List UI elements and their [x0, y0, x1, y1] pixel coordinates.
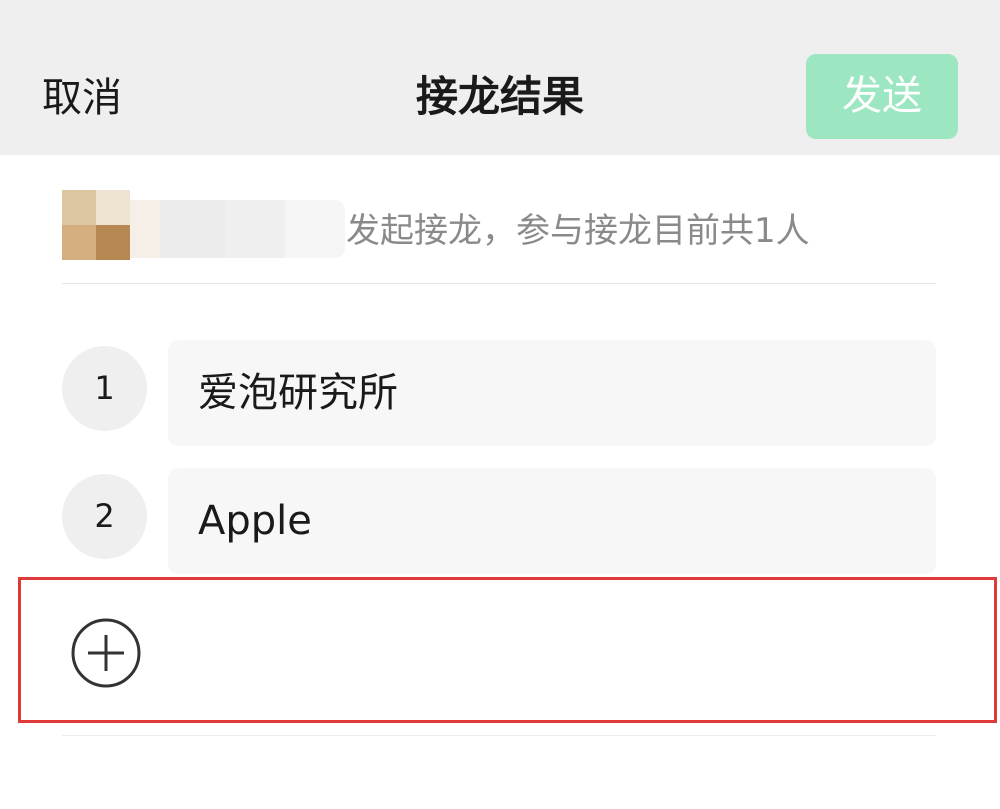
add-entry-row[interactable] [18, 577, 997, 723]
entry-number-badge: 2 [62, 474, 147, 559]
initiator-name-blurred [130, 200, 345, 258]
entry-input[interactable]: 爱泡研究所 [168, 340, 936, 446]
solitaire-result-page: 取消 接龙结果 发送 发起接龙，参与接龙目前共1人 1 爱泡研究所 2 Appl… [0, 0, 1000, 809]
cancel-button[interactable]: 取消 [42, 72, 122, 124]
plus-circle-icon[interactable] [71, 618, 141, 688]
entry-row: 1 爱泡研究所 [62, 340, 936, 446]
entry-row: 2 Apple [62, 468, 936, 574]
send-button[interactable]: 发送 [806, 54, 958, 139]
divider [62, 283, 936, 284]
avatar [62, 190, 130, 260]
header-bar: 取消 接龙结果 发送 [0, 0, 1000, 155]
initiator-summary: 发起接龙，参与接龙目前共1人 [346, 211, 810, 251]
entry-number-badge: 1 [62, 346, 147, 431]
divider [62, 735, 936, 736]
entry-input[interactable]: Apple [168, 468, 936, 574]
